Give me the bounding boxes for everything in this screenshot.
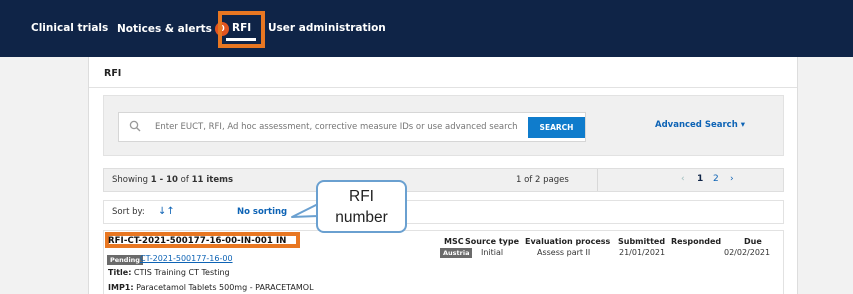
- showing-prefix: Showing: [112, 175, 151, 185]
- showing-of: of: [177, 175, 192, 185]
- page-title: RFI: [104, 68, 122, 79]
- imp-line: IMP1: Paracetamol Tablets 500mg - PARACE…: [108, 283, 314, 292]
- evaluation-process-value: Assess part II: [537, 248, 591, 257]
- search-icon: [129, 120, 141, 132]
- search-button[interactable]: SEARCH: [528, 117, 585, 138]
- rfi-panel: RFI SEARCH Advanced Search ▾ Showing 1 -…: [88, 57, 798, 294]
- search-box: SEARCH: [118, 112, 586, 142]
- page-2-button[interactable]: 2: [713, 174, 719, 184]
- page-1-button[interactable]: 1: [697, 174, 703, 184]
- sort-bar: Sort by: ↓↑ No sorting: [103, 200, 784, 224]
- rfi-tab-highlight: [218, 11, 265, 48]
- due-value: 02/02/2021: [724, 248, 771, 257]
- page-count-text: 1 of 2 pages: [516, 175, 569, 185]
- due-header: Due: [744, 237, 762, 246]
- imp-label: IMP1:: [108, 283, 134, 292]
- top-navigation: Clinical trials Notices & alerts 0 RFI Us…: [0, 0, 853, 57]
- sort-select[interactable]: No sorting: [237, 207, 287, 217]
- rfi-result-item[interactable]: RFI-CT-2021-500177-16-00-IN-001 IN Pendi…: [103, 230, 784, 294]
- msc-country-badge: Austria: [440, 248, 473, 258]
- pagination-bar: Showing 1 - 10 of 11 items 1 of 2 pages …: [103, 168, 784, 192]
- status-badge: Pending: [107, 255, 143, 265]
- search-input[interactable]: [155, 114, 525, 140]
- nav-notices-alerts[interactable]: Notices & alerts 0: [117, 22, 229, 36]
- prev-page-button[interactable]: ‹: [681, 174, 685, 184]
- next-page-button[interactable]: ›: [730, 174, 734, 184]
- title-label: Title:: [108, 268, 132, 277]
- evaluation-process-header: Evaluation process: [525, 237, 611, 246]
- showing-total: 11 items: [191, 175, 234, 185]
- source-type-header: Source type: [465, 237, 520, 246]
- title-value: CTIS Training CT Testing: [131, 268, 230, 277]
- callout-line-1: RFI: [349, 188, 374, 205]
- clinical-trial-link[interactable]: CT-2021-500177-16-00: [140, 254, 233, 263]
- search-card: SEARCH Advanced Search ▾: [103, 95, 784, 156]
- nav-notices-alerts-label: Notices & alerts: [117, 23, 212, 35]
- pagination-separator: [597, 169, 598, 191]
- msc-header: MSC: [444, 237, 464, 246]
- callout-line-2: number: [335, 209, 388, 226]
- responded-header: Responded: [671, 237, 722, 246]
- imp-value: Paracetamol Tablets 500mg - PARACETAMOL: [133, 283, 314, 292]
- rfi-number[interactable]: RFI-CT-2021-500177-16-00-IN-001 IN: [108, 236, 286, 246]
- submitted-value: 21/01/2021: [619, 248, 666, 257]
- showing-range: 1 - 10: [150, 175, 178, 185]
- source-type-value: Initial: [481, 248, 504, 257]
- rfi-number-callout: RFI number: [316, 180, 407, 233]
- submitted-header: Submitted: [618, 237, 666, 246]
- nav-user-administration[interactable]: User administration: [268, 22, 386, 34]
- showing-items-text: Showing 1 - 10 of 11 items: [112, 175, 233, 185]
- advanced-search-link[interactable]: Advanced Search ▾: [655, 120, 745, 130]
- sort-label: Sort by:: [112, 207, 145, 217]
- sort-order-icon[interactable]: ↓↑: [158, 206, 175, 217]
- trial-title: Title: CTIS Training CT Testing: [108, 268, 230, 277]
- nav-clinical-trials[interactable]: Clinical trials: [31, 22, 108, 34]
- title-divider: [89, 87, 797, 88]
